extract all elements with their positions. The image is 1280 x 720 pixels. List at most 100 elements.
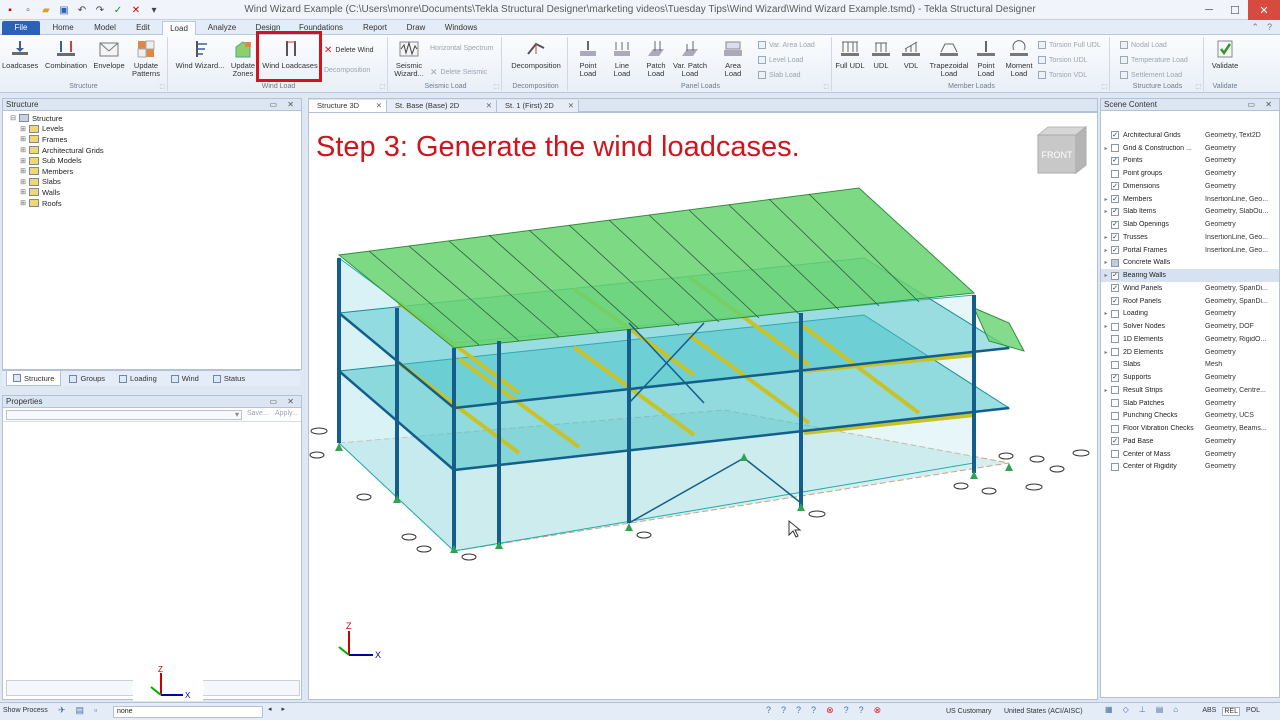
snap-icon[interactable]: ▤ xyxy=(76,705,85,716)
mode-pol[interactable]: POL xyxy=(1246,707,1260,716)
visibility-checkbox[interactable] xyxy=(1111,450,1119,459)
delete-seismic-button[interactable]: ✕ Delete Seismic xyxy=(430,67,487,78)
scene-item-value[interactable]: Geometry xyxy=(1203,349,1273,356)
open-folder-icon[interactable]: ▰ xyxy=(38,2,54,18)
group-expand-icon[interactable]: ⬚ xyxy=(379,83,385,90)
scene-row[interactable]: ✓ Pad Base Geometry xyxy=(1101,435,1279,448)
scene-row[interactable]: ✓ Roof Panels Geometry, SpanDi... xyxy=(1101,295,1279,308)
patch-load-button[interactable]: Patch Load xyxy=(640,39,672,78)
customize-qat-icon[interactable]: ▾ xyxy=(146,2,162,18)
visibility-checkbox[interactable]: ✓ xyxy=(1111,271,1119,280)
scene-row[interactable]: ▸ ✓ Bearing Walls xyxy=(1101,269,1279,282)
show-process-label[interactable]: Show Process xyxy=(3,707,48,714)
expand-toggle-icon[interactable]: ⊟ xyxy=(9,114,17,122)
next-arrow-icon[interactable]: ▸ xyxy=(282,705,286,713)
var-area-load-button[interactable]: Var. Area Load xyxy=(758,41,815,49)
visibility-checkbox[interactable] xyxy=(1111,360,1119,369)
moment-load-button[interactable]: Moment Load xyxy=(1002,39,1036,78)
scene-item-value[interactable]: Geometry xyxy=(1203,310,1273,317)
tab-loading[interactable]: Loading xyxy=(113,371,163,386)
expand-toggle-icon[interactable]: ⊞ xyxy=(19,188,27,196)
tree-item[interactable]: ⊞ Roofs xyxy=(9,198,301,209)
tab-file[interactable]: File xyxy=(2,21,40,35)
expand-toggle-icon[interactable]: ⊞ xyxy=(19,125,27,133)
new-file-icon[interactable]: ▫ xyxy=(20,2,36,18)
redo-icon[interactable]: ↷ xyxy=(92,2,108,18)
scene-item-value[interactable]: Geometry, SpanDi... xyxy=(1203,285,1273,292)
visibility-checkbox[interactable] xyxy=(1111,386,1119,395)
loadcases-button[interactable]: Loadcases xyxy=(2,39,38,70)
scene-row[interactable]: Point groups Geometry xyxy=(1101,167,1279,180)
tree-item[interactable]: ⊞ Architectural Grids xyxy=(9,145,301,156)
panel-controls[interactable]: ▭ ✕ xyxy=(1248,99,1276,110)
visibility-checkbox[interactable]: ✓ xyxy=(1111,207,1119,216)
tab-st-base-2d[interactable]: St. Base (Base) 2D ✕ xyxy=(387,100,497,112)
udl-button[interactable]: UDL xyxy=(866,39,896,70)
expand-arrow-icon[interactable]: ▸ xyxy=(1101,208,1111,215)
visibility-checkbox[interactable]: ✓ xyxy=(1111,131,1119,140)
torsion-vdl-button[interactable]: Torsion VDL xyxy=(1038,71,1087,79)
wind-loadcases-button[interactable]: Wind Loadcases xyxy=(260,39,320,70)
visibility-checkbox[interactable] xyxy=(1111,169,1119,178)
tab-draw[interactable]: Draw xyxy=(398,21,434,35)
expand-arrow-icon[interactable]: ▸ xyxy=(1101,234,1111,241)
scene-item-value[interactable]: Geometry, Text2D xyxy=(1203,132,1273,139)
scene-row[interactable]: 1D Elements Geometry, RigidO... xyxy=(1101,333,1279,346)
scene-row[interactable]: ▸ Grid & Construction ... Geometry xyxy=(1101,142,1279,155)
scene-item-value[interactable]: InsertionLine, Geo... xyxy=(1203,247,1273,254)
select-tool-icon[interactable]: ✈ xyxy=(58,705,66,716)
scene-item-value[interactable]: Geometry xyxy=(1203,438,1273,445)
scene-item-value[interactable]: Geometry xyxy=(1203,463,1273,470)
expand-arrow-icon[interactable]: ▸ xyxy=(1101,272,1111,279)
scene-item-value[interactable]: Geometry xyxy=(1203,451,1273,458)
mode-abs[interactable]: ABS xyxy=(1202,707,1216,716)
lock-icon[interactable]: ⌂ xyxy=(1173,705,1178,714)
scene-row[interactable]: ✓ Points Geometry xyxy=(1101,155,1279,168)
save-properties-button[interactable]: Save... xyxy=(247,410,269,417)
scene-row[interactable]: Slabs Mesh xyxy=(1101,359,1279,372)
tree-item[interactable]: ⊟ Structure xyxy=(9,113,301,124)
design-code-label[interactable]: United States (ACI/AISC) xyxy=(1004,708,1083,715)
visibility-checkbox[interactable]: ✓ xyxy=(1111,233,1119,242)
scene-row[interactable]: ✓ Slab Openings Geometry xyxy=(1101,218,1279,231)
visibility-checkbox[interactable]: ✓ xyxy=(1111,182,1119,191)
trapezoidal-load-button[interactable]: Trapezoidal Load xyxy=(928,39,970,78)
point-load-button[interactable]: Point Load xyxy=(572,39,604,78)
tree-item[interactable]: ⊞ Levels xyxy=(9,124,301,135)
scene-item-value[interactable]: Geometry xyxy=(1203,183,1273,190)
full-udl-button[interactable]: Full UDL xyxy=(834,39,866,70)
level-load-button[interactable]: Level Load xyxy=(758,56,803,64)
expand-arrow-icon[interactable]: ▸ xyxy=(1101,310,1111,317)
visibility-checkbox[interactable]: ✓ xyxy=(1111,156,1119,165)
tab-foundations[interactable]: Foundations xyxy=(292,21,350,35)
expand-arrow-icon[interactable]: ▸ xyxy=(1101,247,1111,254)
scene-item-value[interactable]: Geometry xyxy=(1203,170,1273,177)
scene-item-value[interactable]: Geometry xyxy=(1203,145,1273,152)
decomposition-small-button[interactable]: Decomposition xyxy=(324,67,370,74)
visibility-checkbox[interactable] xyxy=(1111,348,1119,357)
tab-groups[interactable]: Groups xyxy=(63,371,111,386)
scene-row[interactable]: Punching Checks Geometry, UCS xyxy=(1101,410,1279,423)
scene-item-value[interactable]: Geometry, DOF xyxy=(1203,323,1273,330)
expand-arrow-icon[interactable]: ▸ xyxy=(1101,323,1111,330)
scene-row[interactable]: ✓ Dimensions Geometry xyxy=(1101,180,1279,193)
visibility-checkbox[interactable]: ✓ xyxy=(1111,284,1119,293)
scene-row[interactable]: ▸ 2D Elements Geometry xyxy=(1101,346,1279,359)
decomposition-button[interactable]: Decomposition xyxy=(508,39,564,70)
visibility-checkbox[interactable] xyxy=(1111,258,1119,267)
properties-select[interactable] xyxy=(6,410,242,420)
group-expand-icon[interactable]: ⬚ xyxy=(1195,83,1201,90)
scene-item-value[interactable]: Geometry, Centre... xyxy=(1203,387,1273,394)
area-load-button[interactable]: Area Load xyxy=(716,39,750,78)
expand-toggle-icon[interactable]: ⊞ xyxy=(19,135,27,143)
close-window-icon[interactable]: ✕ xyxy=(1248,0,1280,20)
scene-row[interactable]: ▸ Concrete Walls xyxy=(1101,257,1279,270)
group-expand-icon[interactable]: ⬚ xyxy=(823,83,829,90)
scene-item-value[interactable]: Geometry, SpanDi... xyxy=(1203,298,1273,305)
horizontal-spectrum-button[interactable]: Horizontal Spectrum xyxy=(430,45,493,52)
expand-arrow-icon[interactable]: ▸ xyxy=(1101,387,1111,394)
expand-toggle-icon[interactable]: ⊞ xyxy=(19,157,27,165)
error-icon[interactable]: ⊗ xyxy=(874,705,882,716)
save-icon[interactable]: ▣ xyxy=(56,2,72,18)
visibility-checkbox[interactable]: ✓ xyxy=(1111,195,1119,204)
